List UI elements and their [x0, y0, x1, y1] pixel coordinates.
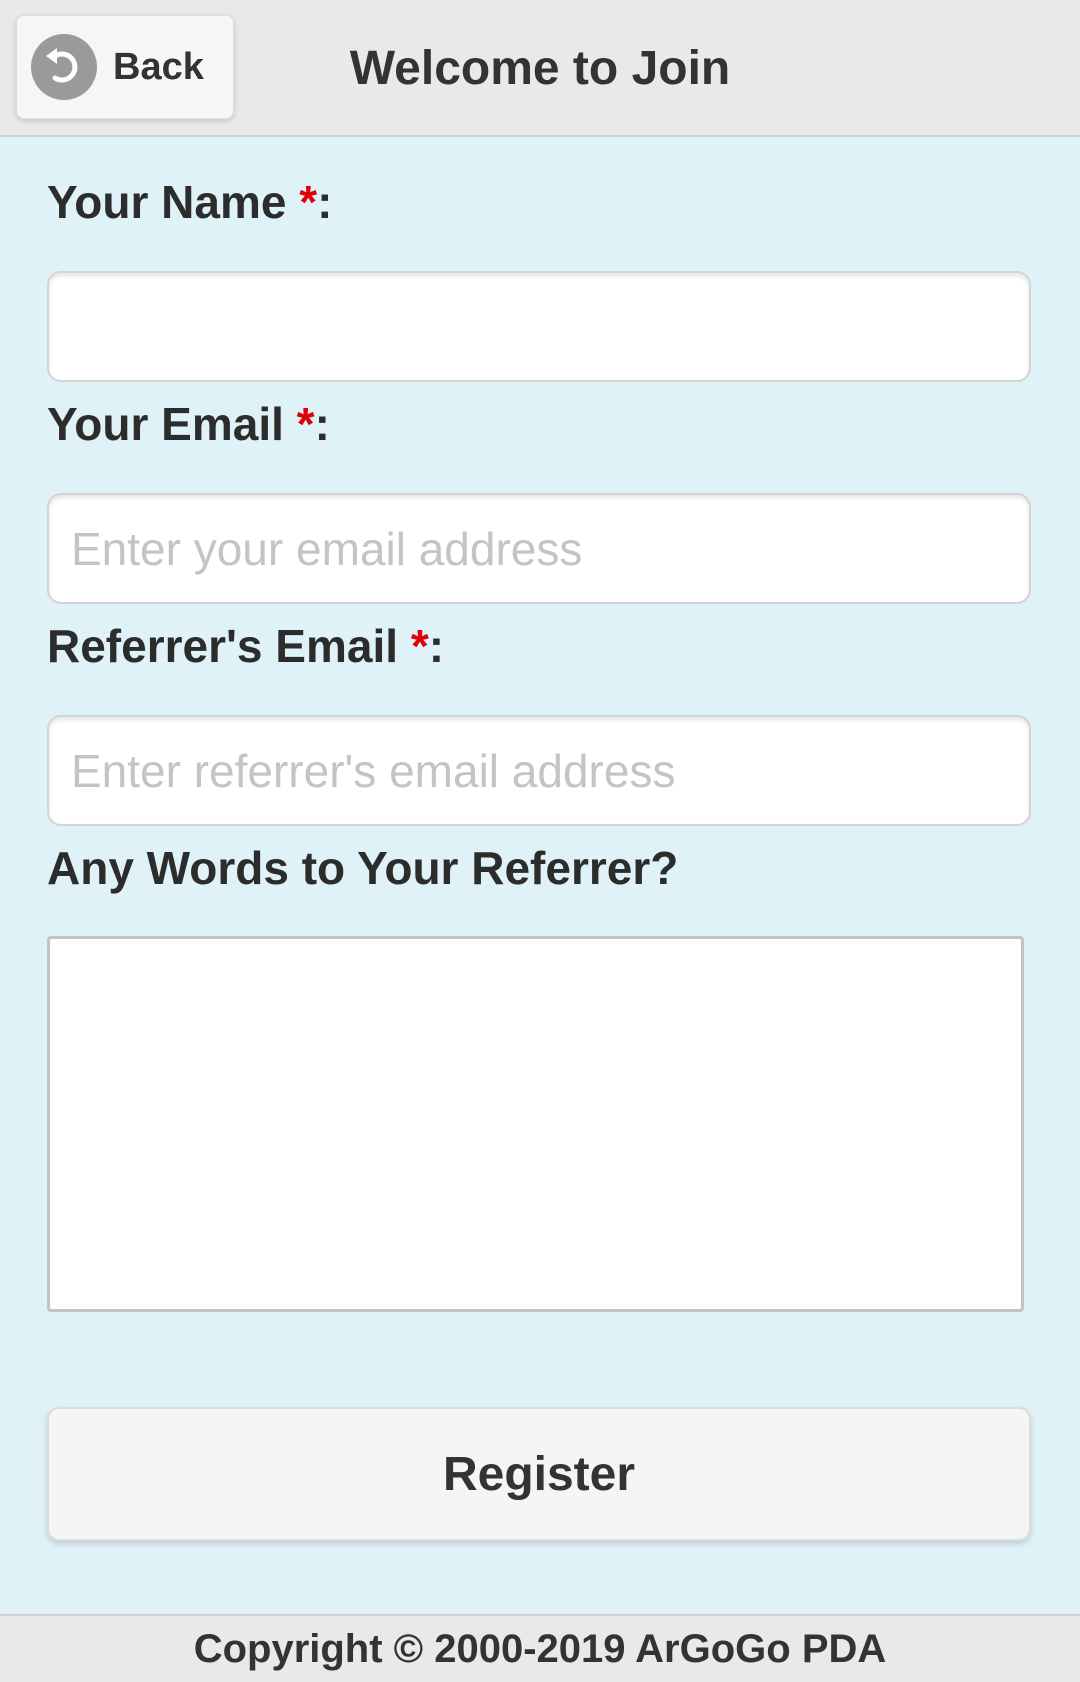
- words-label: Any Words to Your Referrer?: [47, 842, 679, 894]
- referrer-email-input[interactable]: [47, 715, 1031, 826]
- back-button[interactable]: Back: [16, 15, 234, 119]
- back-arrow-icon: [31, 34, 97, 100]
- footer-copyright: Copyright © 2000-2019 ArGoGo PDA: [0, 1614, 1080, 1682]
- email-label-text: Your Email: [47, 398, 297, 450]
- email-label: Your Email *:: [47, 397, 330, 451]
- words-textarea[interactable]: [47, 936, 1024, 1312]
- name-input[interactable]: [47, 271, 1031, 382]
- register-button[interactable]: Register: [47, 1407, 1031, 1541]
- referrer-label-text: Referrer's Email: [47, 620, 411, 672]
- referrer-email-label: Referrer's Email *:: [47, 619, 444, 673]
- label-colon: :: [314, 398, 330, 450]
- name-label-text: Your Name: [47, 176, 300, 228]
- required-asterisk: *: [296, 398, 315, 450]
- name-label: Your Name *:: [47, 175, 332, 229]
- required-asterisk: *: [410, 620, 429, 672]
- back-label: Back: [113, 45, 204, 88]
- registration-form: Your Name *: Your Email *: Referrer's Em…: [0, 139, 1080, 1614]
- required-asterisk: *: [299, 176, 318, 228]
- label-colon: :: [317, 176, 333, 228]
- header-bar: Welcome to Join Back: [0, 0, 1080, 137]
- label-colon: :: [428, 620, 445, 672]
- email-input[interactable]: [47, 493, 1031, 604]
